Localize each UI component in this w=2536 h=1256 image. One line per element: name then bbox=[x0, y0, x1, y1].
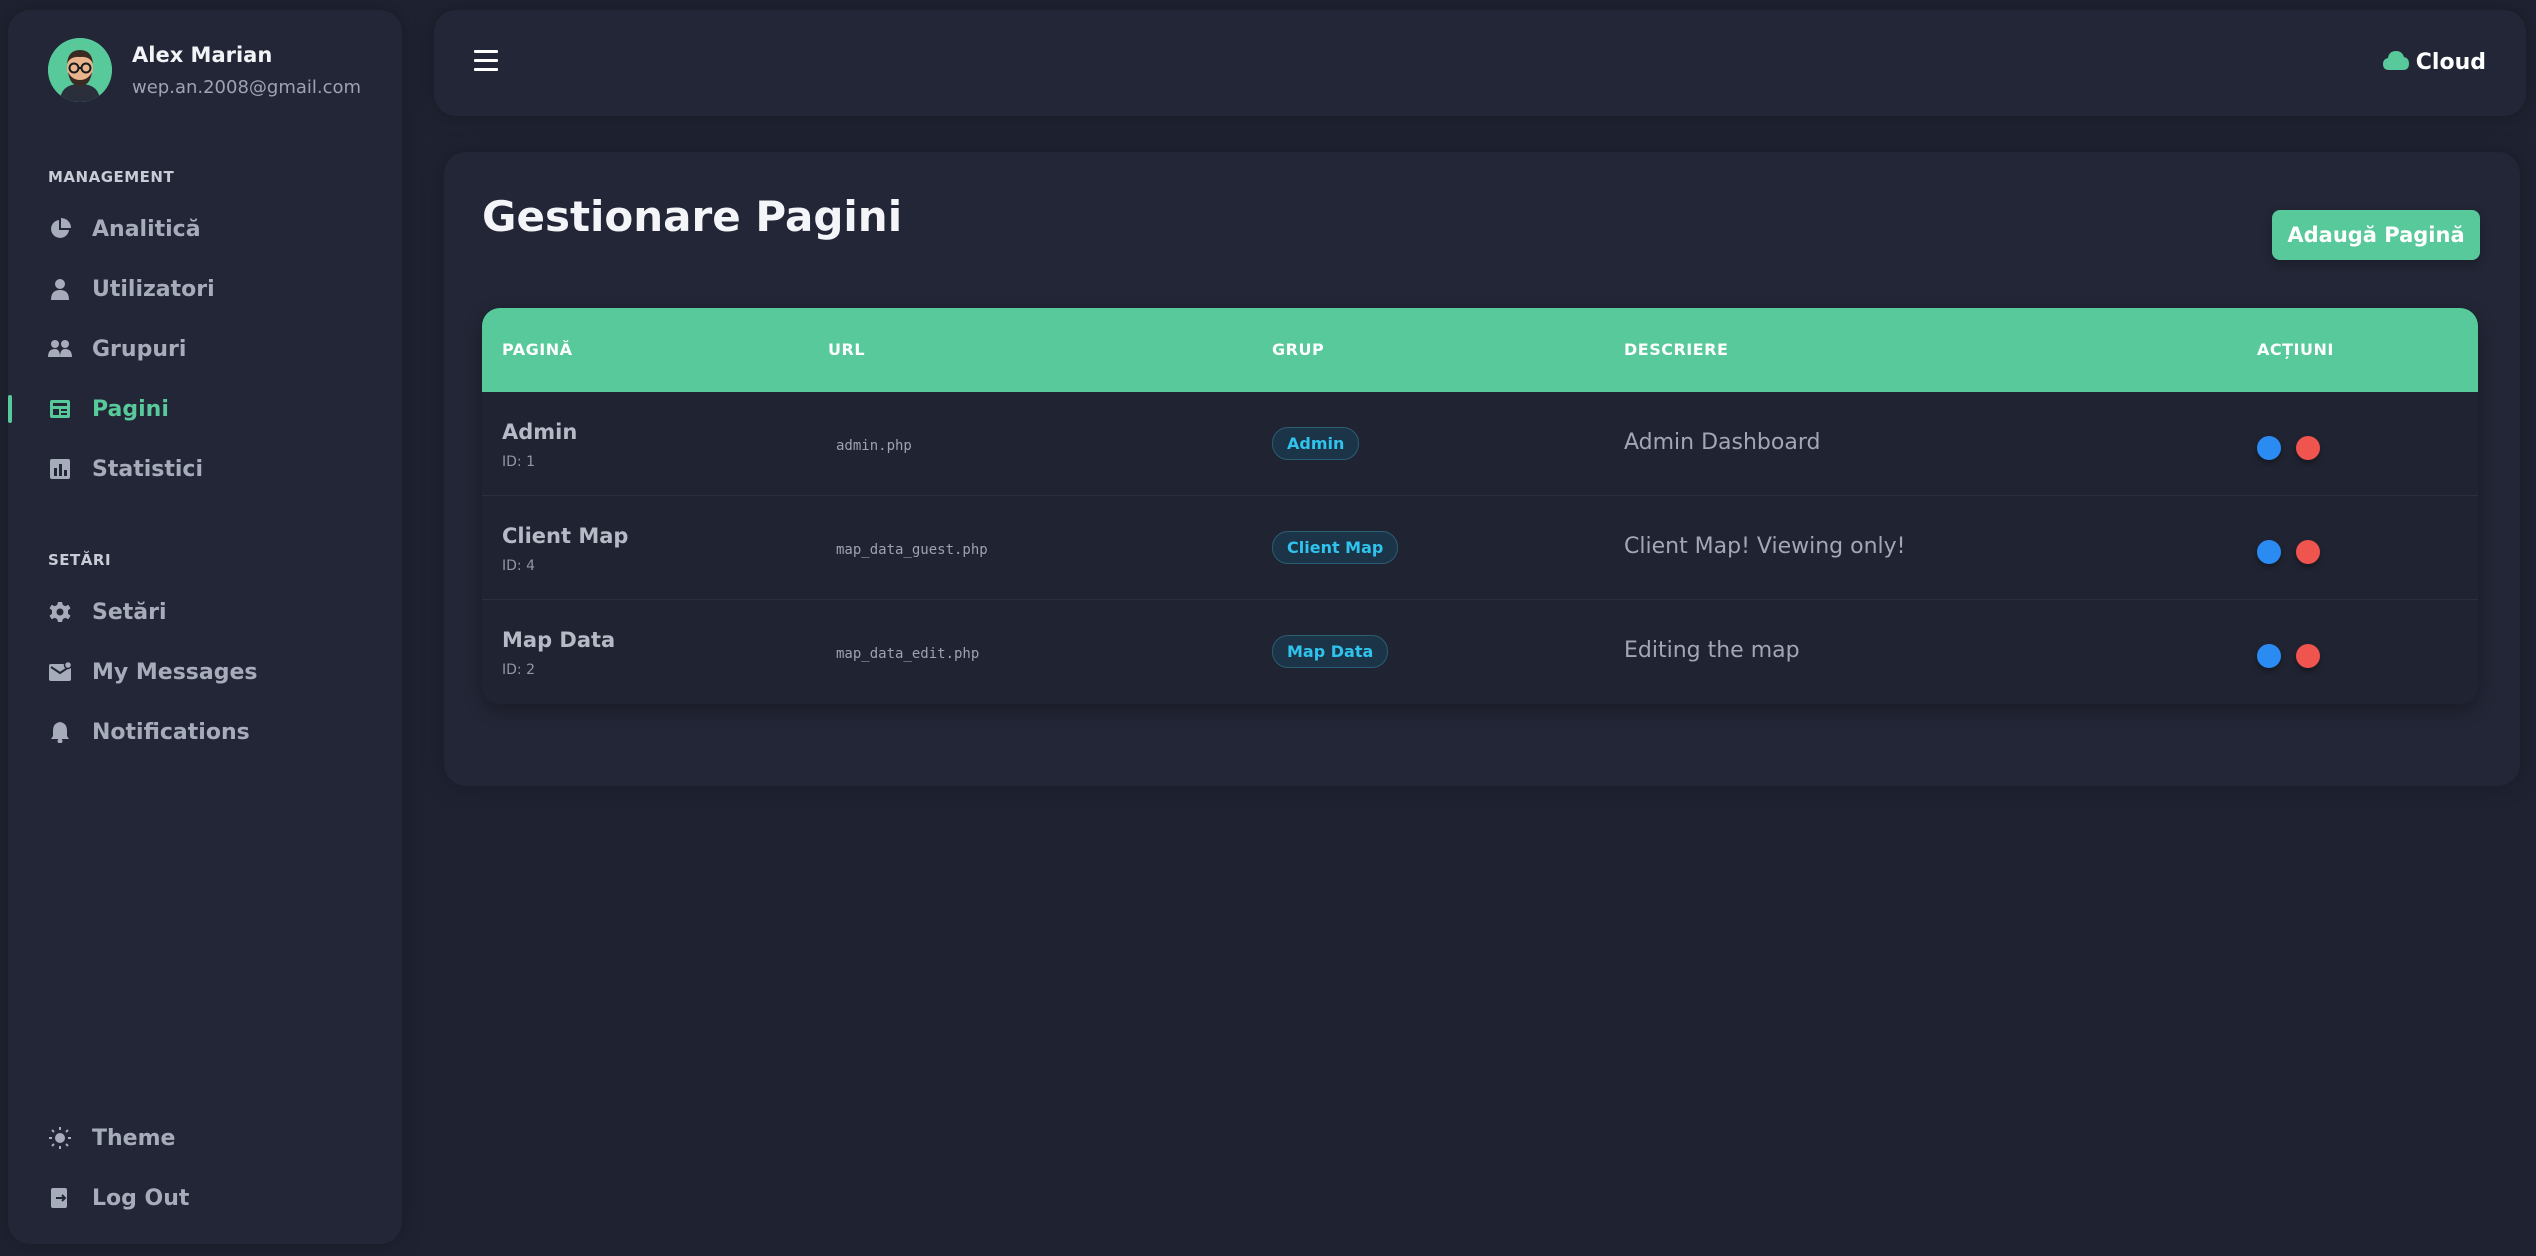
group-badge: Map Data bbox=[1272, 635, 1389, 668]
user-email: wep.an.2008@gmail.com bbox=[132, 76, 362, 98]
column-header-grup[interactable]: GRUP bbox=[1272, 340, 1324, 359]
theme-toggle[interactable]: Theme bbox=[8, 1114, 402, 1162]
page-title: Gestionare Pagini bbox=[482, 192, 903, 241]
page-url: map_data_edit.php bbox=[836, 646, 980, 662]
page-name: Admin bbox=[502, 420, 578, 444]
table-header: PAGINĂ URL GRUP DESCRIERE ACȚIUNI bbox=[482, 308, 2478, 392]
bell-icon bbox=[48, 720, 72, 744]
sidebar-item-notifications[interactable]: Notifications bbox=[8, 708, 402, 756]
pie-chart-icon bbox=[48, 217, 72, 241]
delete-button[interactable] bbox=[2296, 540, 2320, 564]
page-name: Client Map bbox=[502, 524, 629, 548]
sidebar-item-label: Setări bbox=[92, 599, 167, 625]
column-header-url[interactable]: URL bbox=[828, 340, 865, 359]
logout-icon bbox=[48, 1186, 72, 1210]
top-bar: Cloud bbox=[434, 10, 2526, 116]
brand[interactable]: Cloud bbox=[2382, 48, 2486, 76]
page-description: Editing the map bbox=[1624, 638, 1800, 663]
page-description: Client Map! Viewing only! bbox=[1624, 534, 1906, 559]
page-description: Admin Dashboard bbox=[1624, 430, 1821, 455]
sidebar-item-label: Pagini bbox=[92, 396, 169, 422]
page-url: map_data_guest.php bbox=[836, 542, 988, 558]
user-profile[interactable]: Alex Marian wep.an.2008@gmail.com bbox=[48, 38, 361, 102]
user-icon bbox=[48, 277, 72, 301]
sidebar-item-analitica[interactable]: Analitică bbox=[8, 205, 402, 253]
user-name: Alex Marian bbox=[132, 42, 273, 67]
group-badge: Admin bbox=[1272, 427, 1360, 460]
table-row[interactable]: Admin ID: 1 admin.php Admin Admin Dashbo… bbox=[482, 392, 2478, 496]
sidebar-item-label: Notifications bbox=[92, 719, 250, 745]
main-panel: Gestionare Pagini Adaugă Pagină PAGINĂ U… bbox=[444, 152, 2520, 786]
sidebar-item-setari[interactable]: Setări bbox=[8, 588, 402, 636]
delete-button[interactable] bbox=[2296, 644, 2320, 668]
sidebar-item-my-messages[interactable]: My Messages bbox=[8, 648, 402, 696]
table-row[interactable]: Map Data ID: 2 map_data_edit.php Map Dat… bbox=[482, 600, 2478, 704]
section-title-setari: SETĂRI bbox=[48, 551, 112, 569]
sidebar-item-label: Utilizatori bbox=[92, 276, 215, 302]
sidebar: Alex Marian wep.an.2008@gmail.com MANAGE… bbox=[8, 10, 402, 1244]
section-title-management: MANAGEMENT bbox=[48, 168, 175, 186]
sidebar-item-label: Theme bbox=[92, 1125, 176, 1151]
edit-button[interactable] bbox=[2257, 436, 2281, 460]
sidebar-item-label: Analitică bbox=[92, 216, 201, 242]
page-id: ID: 2 bbox=[502, 662, 535, 678]
column-header-pagina[interactable]: PAGINĂ bbox=[502, 340, 573, 359]
delete-button[interactable] bbox=[2296, 436, 2320, 460]
column-header-actiuni[interactable]: ACȚIUNI bbox=[2257, 340, 2334, 359]
gear-icon bbox=[48, 600, 72, 624]
logout-button[interactable]: Log Out bbox=[8, 1174, 402, 1222]
sidebar-item-pagini[interactable]: Pagini bbox=[8, 385, 402, 433]
table-row[interactable]: Client Map ID: 4 map_data_guest.php Clie… bbox=[482, 496, 2478, 600]
page-id: ID: 4 bbox=[502, 558, 535, 574]
sidebar-item-label: Grupuri bbox=[92, 336, 187, 362]
sidebar-item-label: My Messages bbox=[92, 659, 258, 685]
mail-icon bbox=[48, 660, 72, 684]
cloud-icon bbox=[2382, 48, 2410, 76]
sidebar-item-statistici[interactable]: Statistici bbox=[8, 445, 402, 493]
group-badge: Client Map bbox=[1272, 531, 1399, 564]
edit-button[interactable] bbox=[2257, 644, 2281, 668]
column-header-descriere[interactable]: DESCRIERE bbox=[1624, 340, 1728, 359]
page-url: admin.php bbox=[836, 438, 912, 454]
sidebar-item-label: Statistici bbox=[92, 456, 203, 482]
add-page-button[interactable]: Adaugă Pagină bbox=[2272, 210, 2480, 260]
pages-table: PAGINĂ URL GRUP DESCRIERE ACȚIUNI Admin … bbox=[482, 308, 2478, 704]
bar-chart-icon bbox=[48, 457, 72, 481]
brand-label: Cloud bbox=[2415, 49, 2486, 75]
sidebar-item-label: Log Out bbox=[92, 1185, 190, 1211]
edit-button[interactable] bbox=[2257, 540, 2281, 564]
active-indicator bbox=[8, 395, 12, 423]
sidebar-item-grupuri[interactable]: Grupuri bbox=[8, 325, 402, 373]
page-id: ID: 1 bbox=[502, 454, 535, 470]
users-icon bbox=[48, 337, 72, 361]
page-name: Map Data bbox=[502, 628, 616, 652]
sun-icon bbox=[48, 1126, 72, 1150]
page-icon bbox=[48, 397, 72, 421]
menu-icon[interactable] bbox=[474, 50, 502, 76]
avatar bbox=[48, 38, 112, 102]
sidebar-item-utilizatori[interactable]: Utilizatori bbox=[8, 265, 402, 313]
